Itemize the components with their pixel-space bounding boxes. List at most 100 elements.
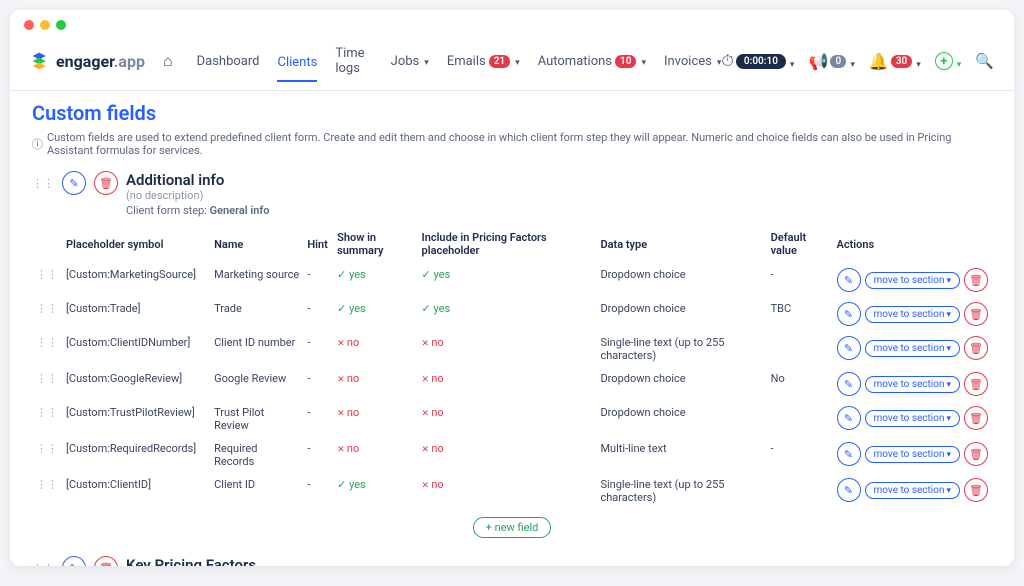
- table-row: ⋮⋮[Custom:ClientID]Client ID-yesnoSingle…: [32, 473, 992, 509]
- min-dot[interactable]: [40, 20, 50, 30]
- section-header-key-pricing: ⋮⋮ ✎ 🗑 Key Pricing Factors Key Pricing F…: [32, 556, 992, 566]
- timer-value: 0:00:10: [736, 54, 786, 69]
- edit-field-button[interactable]: ✎: [837, 442, 861, 466]
- search-button[interactable]: 🔍: [975, 52, 994, 70]
- delete-field-button[interactable]: 🗑: [964, 442, 988, 466]
- move-to-section-button[interactable]: move to section: [865, 306, 960, 323]
- delete-field-button[interactable]: 🗑: [964, 478, 988, 502]
- delete-field-button[interactable]: 🗑: [964, 302, 988, 326]
- include-in-pricing: no: [418, 331, 597, 367]
- move-to-section-button[interactable]: move to section: [865, 376, 960, 393]
- table-row: ⋮⋮[Custom:Trade]Trade-yesyesDropdown cho…: [32, 297, 992, 331]
- show-in-summary: yes: [333, 297, 417, 331]
- field-name: Trust Pilot Review: [210, 401, 303, 437]
- show-in-summary: no: [333, 437, 417, 473]
- move-to-section-button[interactable]: move to section: [865, 272, 960, 289]
- close-dot[interactable]: [24, 20, 34, 30]
- nav-emails[interactable]: Emails21: [447, 48, 520, 75]
- include-in-pricing: yes: [418, 263, 597, 297]
- nav-dashboard[interactable]: Dashboard: [197, 48, 260, 75]
- edit-field-button[interactable]: ✎: [837, 268, 861, 292]
- notifications-button[interactable]: 🔔30: [869, 52, 921, 71]
- section-form-step: Client form step: General info: [126, 204, 270, 217]
- include-in-pricing: no: [418, 367, 597, 401]
- edit-field-button[interactable]: ✎: [837, 302, 861, 326]
- field-hint: -: [303, 401, 333, 437]
- add-button[interactable]: +: [935, 52, 962, 71]
- table-row: ⋮⋮[Custom:GoogleReview]Google Review-non…: [32, 367, 992, 401]
- yes-indicator: yes: [337, 478, 366, 491]
- fields-table-additional-info: Placeholder symbolNameHintShow in summar…: [32, 225, 992, 509]
- col-header: Hint: [303, 225, 333, 263]
- delete-field-button[interactable]: 🗑: [964, 268, 988, 292]
- no-indicator: no: [422, 406, 444, 419]
- default-value: No: [767, 367, 833, 401]
- edit-field-button[interactable]: ✎: [837, 336, 861, 360]
- delete-field-button[interactable]: 🗑: [964, 406, 988, 430]
- section-desc: (no description): [126, 189, 270, 202]
- placeholder-symbol: [Custom:RequiredRecords]: [62, 437, 210, 473]
- announce-button[interactable]: 📢0: [808, 52, 854, 71]
- delete-section-button[interactable]: 🗑: [94, 171, 118, 195]
- page-body: Custom fields ⓘ Custom fields are used t…: [10, 91, 1014, 566]
- move-to-section-button[interactable]: move to section: [865, 340, 960, 357]
- data-type: Dropdown choice: [596, 263, 766, 297]
- col-header: Placeholder symbol: [62, 225, 210, 263]
- drag-handle-icon[interactable]: ⋮⋮: [36, 436, 58, 455]
- default-value: -: [767, 263, 833, 297]
- yes-indicator: yes: [337, 302, 366, 315]
- drag-handle-icon[interactable]: ⋮⋮: [36, 472, 58, 491]
- nav-automations[interactable]: Automations10: [538, 48, 646, 75]
- nav-jobs[interactable]: Jobs: [391, 48, 429, 75]
- table-row: ⋮⋮[Custom:ClientIDNumber]Client ID numbe…: [32, 331, 992, 367]
- include-in-pricing: no: [418, 401, 597, 437]
- edit-field-button[interactable]: ✎: [837, 406, 861, 430]
- edit-section-button[interactable]: ✎: [62, 171, 86, 195]
- home-icon[interactable]: ⌂: [163, 51, 173, 71]
- move-to-section-button[interactable]: move to section: [865, 482, 960, 499]
- bell-badge: 30: [891, 55, 912, 68]
- placeholder-symbol: [Custom:Trade]: [62, 297, 210, 331]
- timer-button[interactable]: ⏱ 0:00:10: [721, 51, 794, 71]
- nav-time-logs[interactable]: Time logs: [335, 40, 372, 82]
- max-dot[interactable]: [56, 20, 66, 30]
- edit-field-button[interactable]: ✎: [837, 372, 861, 396]
- yes-indicator: yes: [337, 268, 366, 281]
- drag-handle-icon[interactable]: ⋮⋮: [32, 556, 54, 566]
- delete-field-button[interactable]: 🗑: [964, 336, 988, 360]
- include-in-pricing: no: [418, 437, 597, 473]
- edit-section-button[interactable]: ✎: [62, 556, 86, 566]
- yes-indicator: yes: [422, 268, 451, 281]
- field-hint: -: [303, 331, 333, 367]
- drag-handle-icon[interactable]: ⋮⋮: [36, 330, 58, 349]
- move-to-section-button[interactable]: move to section: [865, 410, 960, 427]
- placeholder-symbol: [Custom:ClientIDNumber]: [62, 331, 210, 367]
- field-name: Client ID: [210, 473, 303, 509]
- drag-handle-icon[interactable]: ⋮⋮: [36, 296, 58, 315]
- delete-section-button[interactable]: 🗑: [94, 556, 118, 566]
- drag-handle-icon[interactable]: ⋮⋮: [36, 366, 58, 385]
- no-indicator: no: [337, 372, 359, 385]
- data-type: Single-line text (up to 255 characters): [596, 331, 766, 367]
- section-title: Key Pricing Factors: [126, 556, 492, 566]
- drag-handle-icon[interactable]: ⋮⋮: [36, 262, 58, 281]
- data-type: Dropdown choice: [596, 367, 766, 401]
- brand-suffix: .app: [114, 52, 145, 71]
- brand-logo[interactable]: engager.app: [30, 51, 145, 71]
- delete-field-button[interactable]: 🗑: [964, 372, 988, 396]
- move-to-section-button[interactable]: move to section: [865, 446, 960, 463]
- data-type: Dropdown choice: [596, 297, 766, 331]
- field-hint: -: [303, 263, 333, 297]
- field-name: Client ID number: [210, 331, 303, 367]
- nav-invoices[interactable]: Invoices: [664, 48, 721, 75]
- page-info: ⓘ Custom fields are used to extend prede…: [32, 131, 992, 157]
- show-in-summary: no: [333, 367, 417, 401]
- edit-field-button[interactable]: ✎: [837, 478, 861, 502]
- drag-handle-icon[interactable]: ⋮⋮: [36, 400, 58, 419]
- drag-handle-icon[interactable]: ⋮⋮: [32, 171, 54, 190]
- placeholder-symbol: [Custom:MarketingSource]: [62, 263, 210, 297]
- show-in-summary: yes: [333, 263, 417, 297]
- col-header: Show in summary: [333, 225, 417, 263]
- nav-clients[interactable]: Clients: [277, 49, 317, 82]
- new-field-button[interactable]: + new field: [473, 517, 552, 538]
